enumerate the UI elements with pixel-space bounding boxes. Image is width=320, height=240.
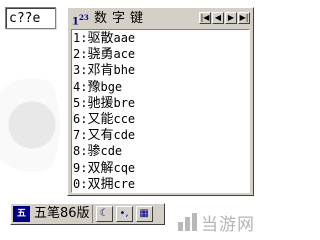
first-page-button[interactable]: |◀ [199, 12, 211, 24]
ime-logo-icon[interactable]: 五 [13, 206, 30, 222]
candidate-item[interactable]: 0:双拥cre [73, 176, 249, 192]
next-page-icon: ▶ [227, 13, 235, 22]
candidate-item[interactable]: 3:邓肯bhe [73, 62, 249, 78]
candidate-item[interactable]: 9:双解cqe [73, 160, 249, 176]
candidate-item[interactable]: 5:驰援bre [73, 95, 249, 111]
composition-box: c??e [5, 7, 56, 29]
punctuation-icon: •, [119, 208, 129, 219]
watermark: 当游网 [178, 210, 255, 235]
punctuation-button[interactable]: •, [115, 206, 133, 222]
candidate-item[interactable]: 6:又能cce [73, 111, 249, 127]
background-logo [0, 60, 60, 190]
candidate-item[interactable]: 7:又有cde [73, 127, 249, 143]
soft-keyboard-icon: ▦ [139, 208, 149, 219]
watermark-text: 当游网 [201, 214, 255, 235]
prev-page-icon: ◀ [214, 13, 222, 22]
candidate-item[interactable]: 4:豫bge [73, 79, 249, 95]
soft-keyboard-button[interactable]: ▦ [135, 206, 153, 222]
ime-name[interactable]: 五笔86版 [34, 205, 93, 223]
moon-icon: ☾ [99, 208, 109, 219]
candidate-item[interactable]: 8:骖cde [73, 143, 249, 159]
number-mode-icon[interactable]: 123 [72, 11, 89, 27]
ime-status-bar: 五 五笔86版 ☾ •, ▦ [10, 203, 165, 225]
candidate-window: 123 数字键 |◀ ◀ ▶ ▶| 1:驱散aae 2:骁勇ace 3:邓肯bh… [67, 7, 254, 196]
first-page-icon: |◀ [200, 13, 210, 22]
full-half-width-button[interactable]: ☾ [95, 206, 113, 222]
page-nav: |◀ ◀ ▶ ▶| [198, 12, 250, 25]
next-page-button[interactable]: ▶ [225, 12, 237, 24]
candidate-header: 123 数字键 |◀ ◀ ▶ ▶| [70, 10, 251, 27]
composition-text: c??e [9, 11, 41, 26]
prev-page-button[interactable]: ◀ [212, 12, 224, 24]
candidate-item[interactable]: 1:驱散aae [73, 30, 249, 46]
last-page-button[interactable]: ▶| [238, 12, 250, 24]
candidate-title: 数字键 [94, 11, 149, 26]
last-page-icon: ▶| [239, 13, 249, 22]
watermark-logo-icon [178, 213, 198, 231]
candidate-list: 1:驱散aae 2:骁勇ace 3:邓肯bhe 4:豫bge 5:驰援bre 6… [71, 29, 250, 193]
candidate-item[interactable]: 2:骁勇ace [73, 46, 249, 62]
